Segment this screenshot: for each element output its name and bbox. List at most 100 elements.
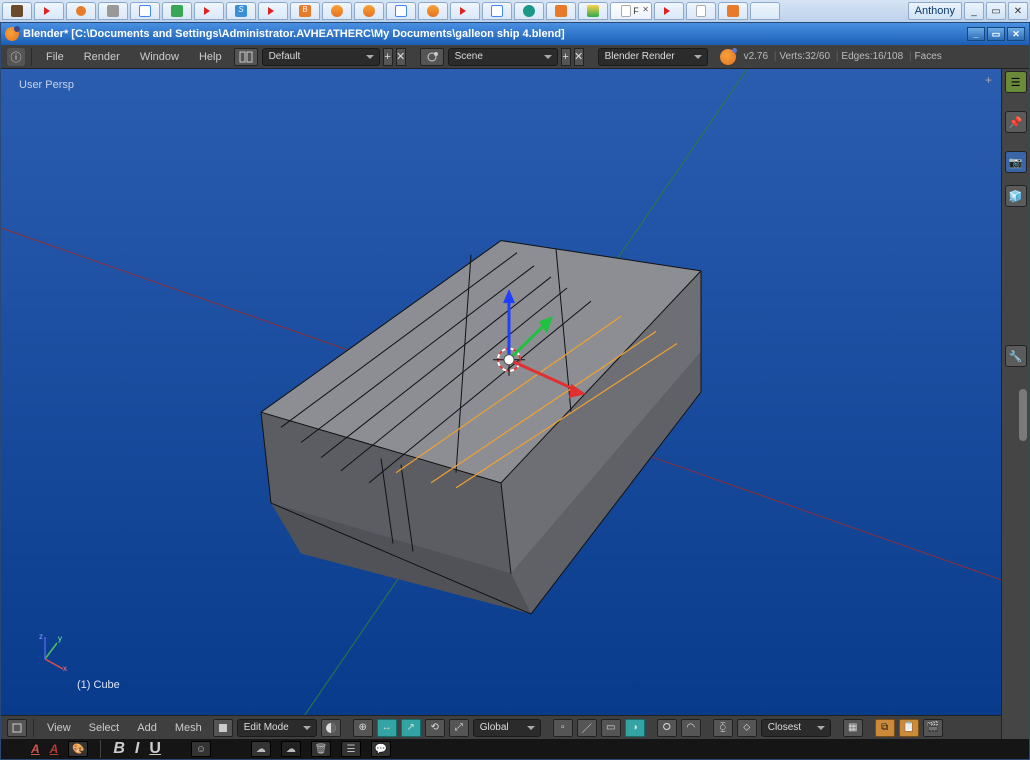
copy-icon[interactable]: ⧉ bbox=[875, 719, 895, 737]
menu-help[interactable]: Help bbox=[191, 49, 230, 65]
os-tab[interactable] bbox=[322, 2, 352, 20]
list-icon[interactable]: ☰ bbox=[341, 741, 361, 757]
os-tab[interactable] bbox=[750, 2, 780, 20]
palette-icon[interactable]: 🎨 bbox=[68, 741, 88, 757]
os-tab[interactable] bbox=[194, 2, 224, 20]
os-maximize-button[interactable]: ▭ bbox=[986, 2, 1006, 20]
win-maximize-button[interactable]: ▭ bbox=[987, 27, 1005, 41]
pin-icon[interactable]: 📌 bbox=[1005, 111, 1027, 133]
os-tab[interactable] bbox=[98, 2, 128, 20]
version-label: v2.76 bbox=[744, 51, 768, 62]
render-engine-value: Blender Render bbox=[605, 51, 675, 62]
select-edge-icon[interactable]: ／ bbox=[577, 719, 597, 737]
os-tab[interactable] bbox=[258, 2, 288, 20]
prop-edit-icon[interactable]: ⭘ bbox=[657, 719, 677, 737]
os-tab[interactable] bbox=[162, 2, 192, 20]
close-icon[interactable]: ✕ bbox=[642, 5, 649, 14]
os-tab[interactable] bbox=[130, 2, 160, 20]
os-tab[interactable]: S bbox=[226, 2, 256, 20]
snap-magnet-icon[interactable]: ⧲ bbox=[713, 719, 733, 737]
os-tab[interactable] bbox=[546, 2, 576, 20]
viewport-header: View Select Add Mesh Edit Mode ⊕ ↔ ↗ ⟲ ⤢ bbox=[1, 715, 1001, 739]
os-tab[interactable] bbox=[418, 2, 448, 20]
titlebar: Blender* [C:\Documents and Settings\Admi… bbox=[1, 23, 1029, 45]
select-face-icon[interactable]: ▭ bbox=[601, 719, 621, 737]
menu-window[interactable]: Window bbox=[132, 49, 187, 65]
bold-button[interactable]: B bbox=[113, 740, 125, 758]
os-tab[interactable] bbox=[482, 2, 512, 20]
format-a2[interactable]: A bbox=[50, 742, 59, 756]
os-tab[interactable] bbox=[34, 2, 64, 20]
os-minimize-button[interactable]: _ bbox=[964, 2, 984, 20]
render-engine-dropdown[interactable]: Blender Render bbox=[598, 48, 708, 66]
os-tab[interactable] bbox=[2, 2, 32, 20]
manipulator-toggle-icon[interactable]: ↔ bbox=[377, 719, 397, 737]
os-tab[interactable] bbox=[354, 2, 384, 20]
window-title: Blender* [C:\Documents and Settings\Admi… bbox=[23, 28, 565, 40]
scene-remove-button[interactable]: ✕ bbox=[574, 48, 584, 66]
paste-icon[interactable]: 📋 bbox=[899, 719, 919, 737]
os-close-button[interactable]: ✕ bbox=[1008, 2, 1028, 20]
editor-type-3d-icon[interactable] bbox=[7, 719, 27, 737]
os-tab-label: F bbox=[633, 6, 639, 16]
os-tab[interactable] bbox=[66, 2, 96, 20]
orientation-dropdown[interactable]: Global bbox=[473, 719, 541, 737]
pivot-icon[interactable]: ⊕ bbox=[353, 719, 373, 737]
os-tab[interactable] bbox=[450, 2, 480, 20]
screen-remove-button[interactable]: ✕ bbox=[396, 48, 406, 66]
snap-target-dropdown[interactable]: Closest bbox=[761, 719, 831, 737]
vp-menu-add[interactable]: Add bbox=[130, 720, 164, 736]
screen-layout-dropdown[interactable]: Default bbox=[262, 48, 380, 66]
vp-menu-mesh[interactable]: Mesh bbox=[168, 720, 209, 736]
os-tab[interactable] bbox=[686, 2, 716, 20]
wrench-icon[interactable]: 🔧 bbox=[1005, 345, 1027, 367]
render-prop-icon[interactable]: 📷 bbox=[1005, 151, 1027, 173]
scene-add-button[interactable]: + bbox=[561, 48, 571, 66]
chat-icon[interactable]: 💬 bbox=[371, 741, 391, 757]
limit-selection-icon[interactable]: ◑ bbox=[625, 719, 645, 737]
win-close-button[interactable]: ✕ bbox=[1007, 27, 1025, 41]
os-tab[interactable] bbox=[386, 2, 416, 20]
back-to-previous-icon[interactable] bbox=[234, 48, 258, 66]
vp-menu-select[interactable]: Select bbox=[82, 720, 127, 736]
underline-button[interactable]: U bbox=[149, 740, 161, 758]
trash-icon[interactable]: 🗑 bbox=[311, 741, 331, 757]
os-tab[interactable] bbox=[718, 2, 748, 20]
snap-element-icon[interactable]: ⬦ bbox=[737, 719, 757, 737]
os-tab[interactable] bbox=[654, 2, 684, 20]
os-tab[interactable] bbox=[578, 2, 608, 20]
menu-file[interactable]: File bbox=[38, 49, 72, 65]
rotate-manip-icon[interactable]: ⟲ bbox=[425, 719, 445, 737]
prop-type-icon[interactable]: ◠ bbox=[681, 719, 701, 737]
mode-dropdown[interactable]: Edit Mode bbox=[237, 719, 317, 737]
italic-button[interactable]: I bbox=[135, 740, 139, 758]
render-preview-icon[interactable]: ▦ bbox=[843, 719, 863, 737]
cloud-icon[interactable]: ☁ bbox=[251, 741, 271, 757]
win-minimize-button[interactable]: _ bbox=[967, 27, 985, 41]
outliner-tab-icon[interactable]: ☰ bbox=[1005, 71, 1027, 93]
scene-prop-icon[interactable]: 🧊 bbox=[1005, 185, 1027, 207]
info-header: ⓘ File Render Window Help Default + ✕ Sc… bbox=[1, 45, 1029, 69]
select-vert-icon[interactable]: ▫ bbox=[553, 719, 573, 737]
editor-type-icon[interactable]: ⓘ bbox=[7, 48, 25, 66]
vp-menu-view[interactable]: View bbox=[40, 720, 78, 736]
3d-viewport[interactable]: User Persp bbox=[1, 69, 1001, 715]
scale-manip-icon[interactable]: ⤢ bbox=[449, 719, 469, 737]
snap-target-value: Closest bbox=[768, 722, 801, 733]
format-a1[interactable]: A bbox=[31, 742, 40, 756]
mode-icon[interactable] bbox=[213, 719, 233, 737]
cloud-dark-icon[interactable]: ☁ bbox=[281, 741, 301, 757]
sidebar-scrollbar[interactable] bbox=[1019, 389, 1027, 441]
stats-faces-label: Faces bbox=[915, 51, 942, 62]
os-tab[interactable] bbox=[514, 2, 544, 20]
os-tab[interactable]: B bbox=[290, 2, 320, 20]
translate-manip-icon[interactable]: ↗ bbox=[401, 719, 421, 737]
os-tab-active[interactable]: F ✕ bbox=[610, 2, 652, 20]
screen-add-button[interactable]: + bbox=[383, 48, 393, 66]
scene-dropdown[interactable]: Scene bbox=[448, 48, 558, 66]
menu-render[interactable]: Render bbox=[76, 49, 128, 65]
emoji-icon[interactable]: ☺ bbox=[191, 741, 211, 757]
shading-icon[interactable] bbox=[321, 719, 341, 737]
scene-browse-icon[interactable] bbox=[420, 48, 444, 66]
clapper-icon[interactable]: 🎬 bbox=[923, 719, 943, 737]
